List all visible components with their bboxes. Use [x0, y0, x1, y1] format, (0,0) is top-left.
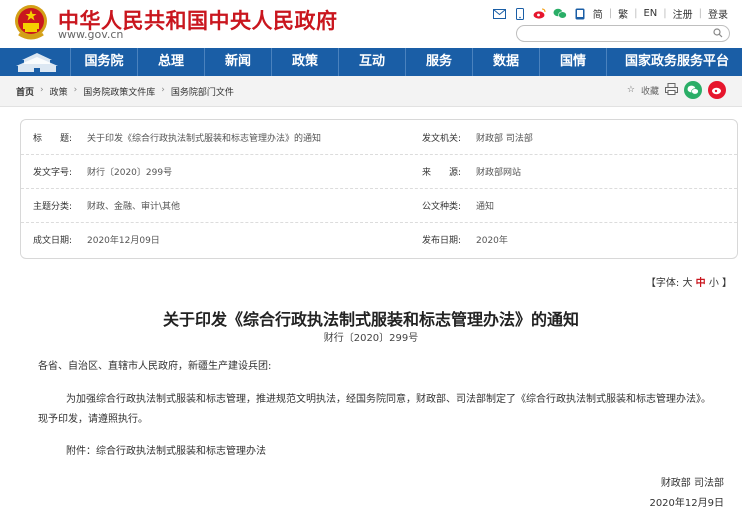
star-icon[interactable]: ☆: [627, 85, 635, 95]
font-size-medium-button[interactable]: 中: [696, 278, 706, 289]
document-number: 财行〔2020〕299号: [323, 333, 419, 344]
header-tools: 简 | 繁 | EN | 注册 | 登录: [493, 6, 728, 21]
font-size-small-button[interactable]: 小: [709, 278, 719, 289]
info-label: 发布日期:: [422, 236, 462, 246]
wechat-icon[interactable]: [553, 8, 567, 20]
divider: |: [698, 8, 702, 19]
document-info-table: 标 题: 关于印发《综合行政执法制式服装和标志管理办法》的通知 发文机关: 财政部 …: [20, 119, 738, 259]
page-actions: ☆ 收藏: [627, 81, 726, 99]
breadcrumb: 首页 › 政策 › 国务院政策文件库 › 国务院部门文件: [16, 85, 234, 98]
info-value: 财行〔2020〕299号: [87, 168, 173, 178]
register-link[interactable]: 注册: [673, 6, 693, 21]
chevron-right-icon: ›: [40, 85, 44, 95]
nav-item-interaction[interactable]: 互动: [338, 48, 405, 76]
weibo-icon[interactable]: [533, 8, 547, 20]
info-value: 财政部网站: [476, 168, 522, 178]
divider: |: [634, 8, 638, 19]
breadcrumb-bar: 首页 › 政策 › 国务院政策文件库 › 国务院部门文件 ☆ 收藏: [0, 76, 742, 107]
breadcrumb-home[interactable]: 首页: [16, 85, 34, 98]
nav-item-news[interactable]: 新闻: [204, 48, 271, 76]
search-box: [516, 25, 730, 42]
lang-traditional-link[interactable]: 繁: [618, 6, 628, 21]
info-cell-publish-date: 发布日期: 2020年: [422, 233, 508, 246]
weibo-share-icon[interactable]: [708, 81, 726, 99]
info-cell-source: 来 源: 财政部网站: [422, 165, 521, 178]
breadcrumb-policy[interactable]: 政策: [50, 85, 68, 98]
info-value: 财政、金融、审计\其他: [87, 202, 181, 212]
document-addressee: 各省、自治区、直辖市人民政府，新疆生产建设兵团:: [38, 361, 272, 372]
info-label: 发文字号:: [33, 168, 73, 178]
national-emblem-icon[interactable]: [14, 4, 48, 42]
divider: |: [608, 8, 613, 19]
info-row: 发文字号: 财行〔2020〕299号 来 源: 财政部网站: [21, 154, 737, 189]
info-cell-written-date: 成文日期: 2020年12月09日: [33, 233, 160, 246]
info-value: 2020年12月09日: [87, 236, 160, 246]
info-value: 2020年: [476, 236, 508, 246]
info-value: 关于印发《综合行政执法制式服装和标志管理办法》的通知: [87, 134, 322, 144]
info-value: 通知: [476, 202, 495, 212]
breadcrumb-policy-library[interactable]: 国务院政策文件库: [83, 85, 155, 98]
nav-item-gov-service-platform[interactable]: 国家政务服务平台: [606, 48, 742, 76]
document-body-paragraph: 为加强综合行政执法制式服装和标志管理，推进规范文明执法，经国务院同意，财政部、司…: [38, 394, 711, 425]
document-date: 2020年12月9日: [649, 498, 724, 509]
site-url[interactable]: www.gov.cn: [58, 28, 123, 41]
info-value: 财政部 司法部: [476, 134, 533, 144]
info-label: 公文种类:: [422, 202, 462, 212]
font-size-prefix: 【字体:: [645, 278, 680, 289]
nav-item-data[interactable]: 数据: [472, 48, 539, 76]
main-nav: 国务院 总理 新闻 政策 互动 服务 数据 国情 国家政务服务平台: [0, 48, 742, 76]
info-row: 主题分类: 财政、金融、审计\其他 公文种类: 通知: [21, 188, 737, 223]
info-row: 成文日期: 2020年12月09日 发布日期: 2020年: [21, 222, 737, 256]
favorite-link[interactable]: 收藏: [641, 84, 659, 97]
nav-item-policy[interactable]: 政策: [271, 48, 338, 76]
mobile-icon[interactable]: [513, 7, 527, 20]
app-icon[interactable]: [573, 8, 587, 20]
document-signature: 财政部 司法部: [660, 478, 724, 489]
nav-item-national-info[interactable]: 国情: [539, 48, 606, 76]
mail-icon[interactable]: [493, 8, 507, 20]
info-cell-doc-number: 发文字号: 财行〔2020〕299号: [33, 165, 172, 178]
printer-icon[interactable]: [665, 82, 678, 98]
login-link[interactable]: 登录: [708, 6, 728, 21]
search-icon[interactable]: [713, 28, 723, 38]
nav-item-services[interactable]: 服务: [405, 48, 472, 76]
info-label: 成文日期:: [33, 236, 73, 246]
info-cell-topic: 主题分类: 财政、金融、审计\其他: [33, 199, 180, 212]
info-label: 发文机关:: [422, 134, 462, 144]
info-label: 主题分类:: [33, 202, 73, 212]
font-size-suffix: 】: [722, 278, 732, 289]
chevron-right-icon: ›: [73, 85, 78, 95]
lang-english-link[interactable]: EN: [643, 8, 657, 19]
nav-item-state-council[interactable]: 国务院: [70, 48, 137, 76]
document-title: 关于印发《综合行政执法制式服装和标志管理办法》的通知: [162, 310, 579, 329]
info-cell-issuer: 发文机关: 财政部 司法部: [422, 131, 533, 144]
info-row: 标 题: 关于印发《综合行政执法制式服装和标志管理办法》的通知 发文机关: 财政部 …: [21, 120, 737, 155]
chevron-right-icon: ›: [161, 85, 165, 95]
document-attachment-link[interactable]: 附件：综合行政执法制式服装和标志管理办法: [66, 442, 266, 462]
breadcrumb-department-docs[interactable]: 国务院部门文件: [171, 85, 234, 98]
lang-simplified-link[interactable]: 简: [593, 6, 603, 21]
wechat-share-icon[interactable]: [684, 81, 702, 99]
info-cell-doc-type: 公文种类: 通知: [422, 199, 494, 212]
info-label: 来 源:: [422, 168, 462, 178]
tiananmen-icon: [16, 53, 58, 72]
info-label: 标 题:: [33, 134, 73, 144]
search-input[interactable]: [525, 27, 709, 41]
font-size-control: 【字体: 大 中 小 】: [646, 274, 732, 289]
site-header: 中华人民共和国中央人民政府 www.gov.cn 简 | 繁 | EN | 注册…: [0, 0, 742, 48]
nav-item-premier[interactable]: 总理: [137, 48, 204, 76]
info-cell-title: 标 题: 关于印发《综合行政执法制式服装和标志管理办法》的通知: [33, 131, 321, 144]
font-size-large-button[interactable]: 大: [682, 278, 692, 289]
divider: |: [663, 8, 667, 19]
